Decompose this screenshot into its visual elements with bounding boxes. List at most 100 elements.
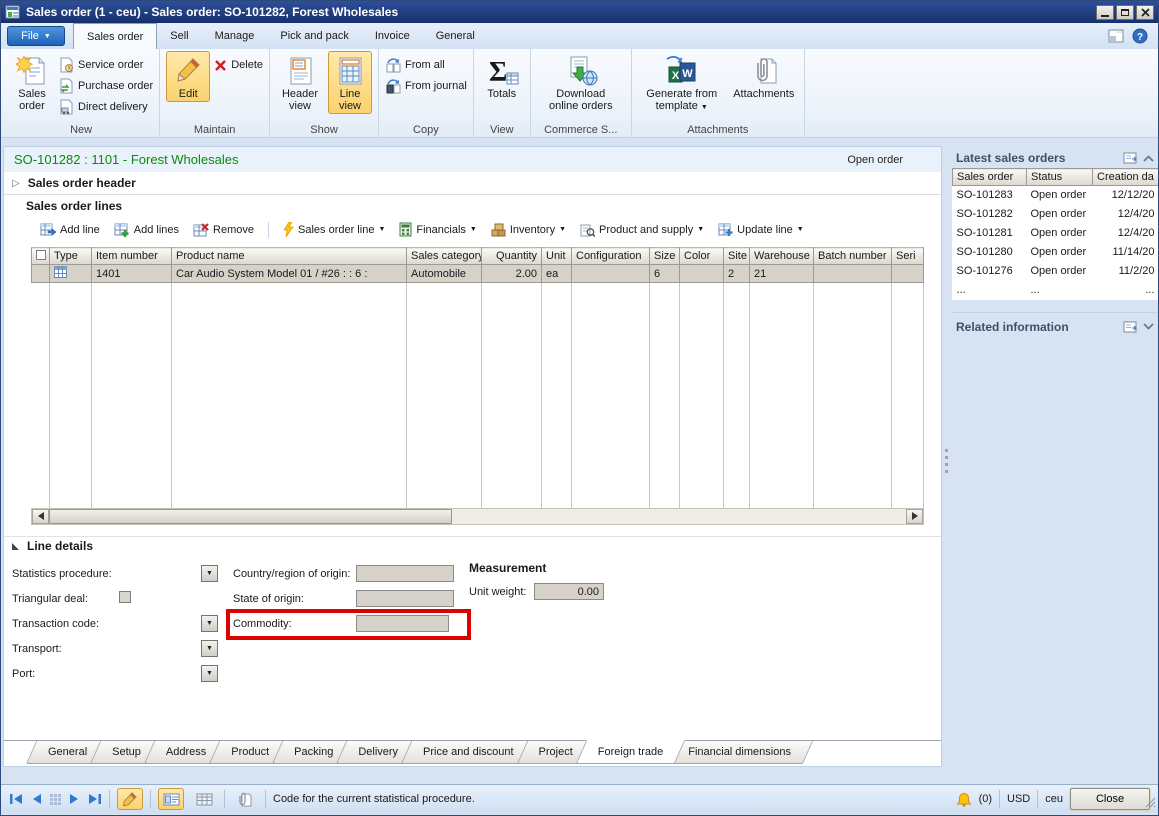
sales-order-button[interactable]: Sales order	[9, 51, 55, 114]
factbox-row[interactable]: SO-101282Open order12/4/20	[953, 205, 1159, 224]
direct-delivery-button[interactable]: Direct delivery	[59, 98, 153, 116]
last-record-icon[interactable]	[88, 793, 102, 805]
pane-splitter[interactable]	[945, 449, 948, 473]
sales-order-header-section[interactable]: ▷ Sales order header	[4, 172, 941, 195]
grid-view-records-icon[interactable]	[49, 793, 62, 805]
cell-color[interactable]	[680, 265, 724, 283]
factbox-cell[interactable]: Open order	[1027, 262, 1093, 281]
scrollbar-track[interactable]	[49, 509, 906, 524]
horizontal-scrollbar[interactable]	[31, 508, 924, 525]
tab-sell[interactable]: Sell	[157, 23, 201, 49]
minimize-button[interactable]	[1096, 5, 1114, 20]
collapse-icon[interactable]	[12, 543, 19, 550]
remove-button[interactable]: Remove	[193, 223, 254, 237]
notifications-count[interactable]: (0)	[979, 793, 992, 805]
col-color[interactable]: Color	[680, 248, 724, 265]
factbox-row[interactable]: .........	[953, 281, 1159, 300]
factbox-cell[interactable]: Open order	[1027, 205, 1093, 224]
factbox-cell[interactable]: Open order	[1027, 186, 1093, 205]
factbox-row[interactable]: SO-101276Open order11/2/20	[953, 262, 1159, 281]
tab-general[interactable]: General	[423, 23, 488, 49]
cell-sales-category[interactable]: Automobile	[407, 265, 482, 283]
tab-manage[interactable]: Manage	[202, 23, 268, 49]
download-online-orders-button[interactable]: Download online orders	[537, 51, 625, 114]
factbox-cell[interactable]: ...	[1093, 281, 1159, 300]
col-size[interactable]: Size	[650, 248, 680, 265]
resize-grip[interactable]	[1144, 796, 1156, 811]
file-menu-button[interactable]: File ▼	[7, 26, 65, 46]
col-product-name[interactable]: Product name	[172, 248, 407, 265]
factbox-cell[interactable]: ...	[1027, 281, 1093, 300]
col-site[interactable]: Site	[724, 248, 750, 265]
header-view-button[interactable]: Header view	[276, 51, 324, 114]
tab-financial-dimensions[interactable]: Financial dimensions	[671, 741, 808, 764]
open-factbox-icon[interactable]	[1123, 152, 1137, 164]
update-line-menu[interactable]: Update line ▼	[718, 223, 804, 237]
sales-order-line-menu[interactable]: Sales order line ▼	[283, 222, 385, 237]
scroll-right-button[interactable]	[906, 509, 923, 524]
row-selector[interactable]	[32, 265, 50, 283]
add-lines-button[interactable]: Add lines	[114, 223, 179, 237]
purchase-order-button[interactable]: Purchase order	[59, 77, 153, 95]
factbox-row[interactable]: SO-101280Open order11/14/20	[953, 243, 1159, 262]
grid-empty-area[interactable]	[32, 283, 924, 508]
col-type[interactable]: Type	[50, 248, 92, 265]
factbox-cell[interactable]: SO-101281	[953, 224, 1027, 243]
cell-product-name[interactable]: Car Audio System Model 01 / #26 : : 6 :	[172, 265, 407, 283]
cell-site[interactable]: 2	[724, 265, 750, 283]
generate-from-template-button[interactable]: XW Generate from template ▼	[638, 51, 726, 114]
fb-col-sales-order[interactable]: Sales order	[953, 169, 1027, 186]
collapse-chevron-icon[interactable]	[1143, 155, 1154, 162]
inventory-menu[interactable]: Inventory ▼	[491, 223, 566, 237]
factbox-cell[interactable]: SO-101283	[953, 186, 1027, 205]
factbox-row[interactable]: SO-101281Open order12/4/20	[953, 224, 1159, 243]
scroll-left-button[interactable]	[32, 509, 49, 524]
factbox-cell[interactable]: Open order	[1027, 243, 1093, 262]
col-item-number[interactable]: Item number	[92, 248, 172, 265]
totals-button[interactable]: Σ Totals	[480, 51, 524, 102]
help-icon[interactable]: ?	[1132, 28, 1148, 44]
edit-button[interactable]: Edit	[166, 51, 210, 102]
attachments-button[interactable]: Attachments	[730, 51, 798, 102]
next-record-icon[interactable]	[69, 793, 81, 805]
factbox-cell[interactable]: SO-101280	[953, 243, 1027, 262]
factbox-cell[interactable]: 11/2/20	[1093, 262, 1159, 281]
cell-warehouse[interactable]: 21	[750, 265, 814, 283]
latest-sales-orders-header[interactable]: Latest sales orders	[952, 146, 1158, 168]
triangular-deal-checkbox[interactable]	[119, 591, 131, 603]
cell-size[interactable]: 6	[650, 265, 680, 283]
col-warehouse[interactable]: Warehouse	[750, 248, 814, 265]
country-of-origin-field[interactable]	[356, 565, 454, 582]
col-serial[interactable]: Seri	[892, 248, 924, 265]
tab-pick-and-pack[interactable]: Pick and pack	[267, 23, 361, 49]
currency-indicator[interactable]: USD	[1007, 793, 1030, 805]
fb-col-creation-date[interactable]: Creation da	[1093, 169, 1159, 186]
line-view-button[interactable]: Line view	[328, 51, 372, 114]
from-all-button[interactable]: From all	[385, 56, 467, 74]
tab-foreign-trade[interactable]: Foreign trade	[581, 741, 680, 764]
scrollbar-thumb[interactable]	[49, 509, 452, 524]
select-all-header[interactable]	[32, 248, 50, 265]
grid-view-button[interactable]	[191, 788, 217, 810]
tab-price-and-discount[interactable]: Price and discount	[406, 741, 531, 764]
factbox-cell[interactable]: 12/12/20	[1093, 186, 1159, 205]
financials-menu[interactable]: Financials ▼	[399, 222, 476, 237]
factbox-cell[interactable]: 11/14/20	[1093, 243, 1159, 262]
factbox-cell[interactable]: SO-101276	[953, 262, 1027, 281]
layout-panes-icon[interactable]	[1108, 29, 1124, 43]
previous-record-icon[interactable]	[30, 793, 42, 805]
edit-mode-button[interactable]	[117, 788, 143, 810]
from-journal-button[interactable]: From journal	[385, 77, 467, 95]
cell-serial[interactable]	[892, 265, 924, 283]
company-indicator[interactable]: ceu	[1045, 793, 1063, 805]
service-order-button[interactable]: Service order	[59, 56, 153, 74]
commodity-field[interactable]	[356, 615, 449, 632]
factbox-cell[interactable]: ...	[953, 281, 1027, 300]
cell-unit[interactable]: ea	[542, 265, 572, 283]
col-unit[interactable]: Unit	[542, 248, 572, 265]
expand-icon[interactable]: ▷	[12, 178, 20, 189]
transport-dropdown[interactable]: ▼	[201, 640, 218, 657]
factbox-cell[interactable]: 12/4/20	[1093, 205, 1159, 224]
maximize-button[interactable]	[1116, 5, 1134, 20]
port-dropdown[interactable]: ▼	[201, 665, 218, 682]
